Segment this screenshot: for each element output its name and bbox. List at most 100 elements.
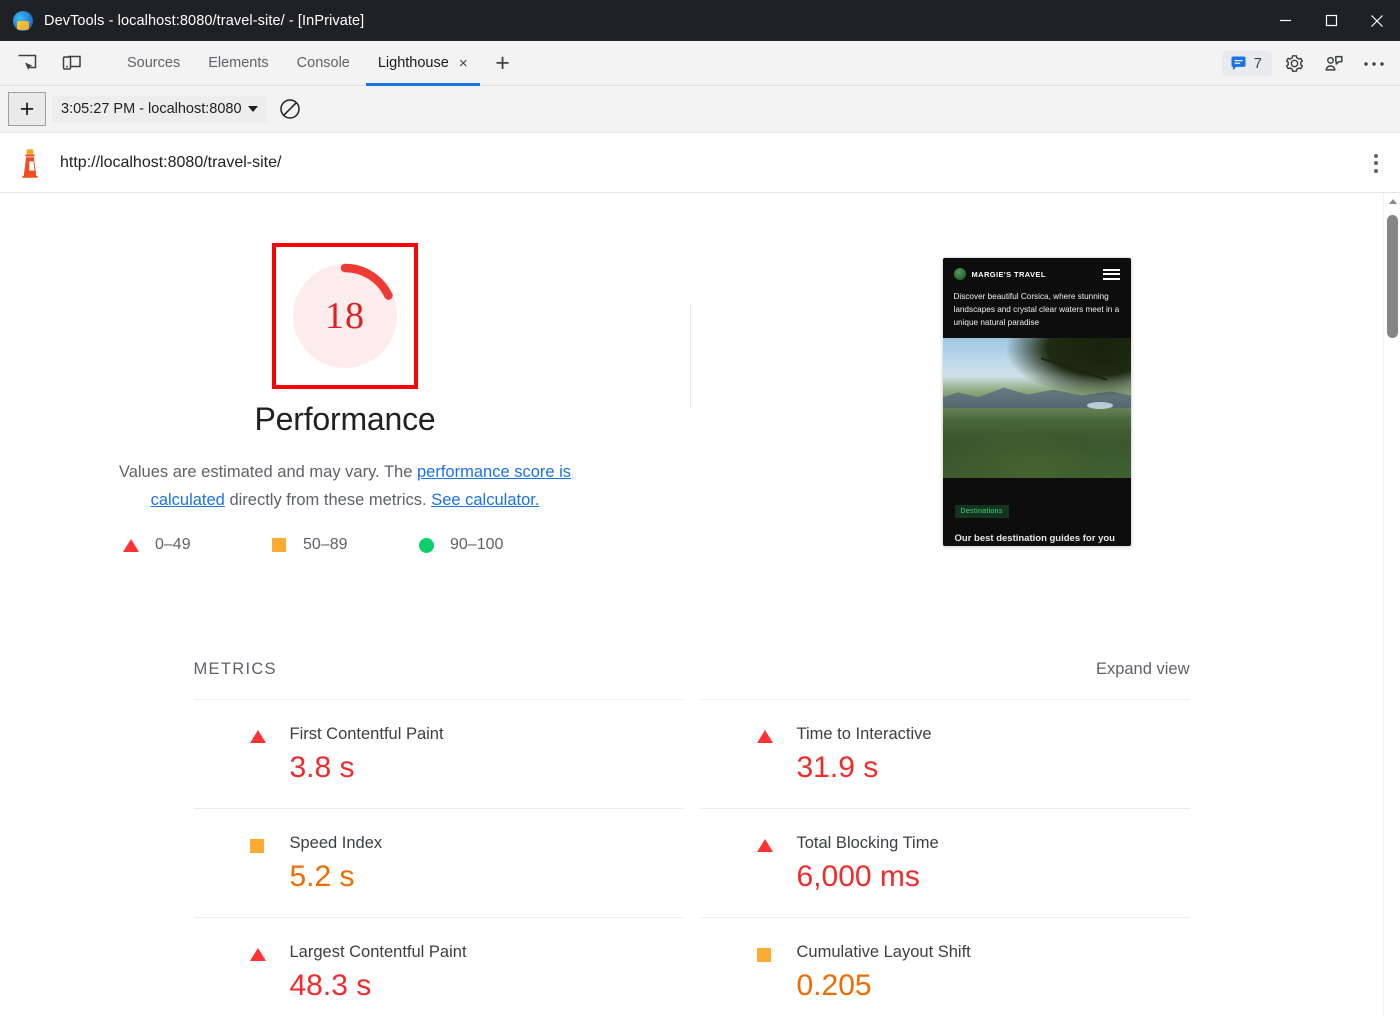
section-divider: [690, 303, 691, 409]
screenshot-site-header: MARGIE'S TRAVEL: [943, 258, 1131, 280]
inspect-element-icon[interactable]: [10, 48, 44, 78]
score-legend: 0–49 50–89 90–100: [123, 536, 567, 554]
scroll-up-arrow-icon[interactable]: [1384, 193, 1400, 210]
metric-value: 31.9 s: [796, 751, 879, 784]
metric-body: Largest Contentful Paint 48.3 s: [250, 942, 683, 1004]
issues-badge[interactable]: 7: [1221, 51, 1272, 76]
report-select-dropdown[interactable]: 3:05:27 PM - localhost:8080: [52, 96, 267, 122]
performance-score-column: 18 Performance Values are estimated and …: [0, 243, 690, 554]
screenshot-column: MARGIE'S TRAVEL Discover beautiful Corsi…: [690, 243, 1383, 554]
square-icon: [249, 839, 264, 853]
minimize-icon[interactable]: [1262, 0, 1308, 41]
triangle-icon: [249, 730, 266, 743]
square-icon: [272, 538, 286, 552]
metric-body: Time to Interactive 31.9 s: [757, 724, 1190, 786]
tab-lighthouse[interactable]: Lighthouse ×: [364, 41, 482, 86]
square-icon: [756, 948, 771, 962]
triangle-icon: [123, 538, 139, 552]
metric-row[interactable]: Total Blocking Time 6,000 ms: [700, 808, 1190, 917]
metric-label: Total Blocking Time: [796, 834, 939, 852]
screenshot-brand: MARGIE'S TRAVEL: [971, 269, 1046, 279]
chevron-down-icon: [247, 106, 258, 112]
window-controls: [1262, 0, 1400, 41]
add-tab-button[interactable]: +: [488, 41, 518, 86]
lighthouse-toolbar: + 3:05:27 PM - localhost:8080: [0, 86, 1400, 133]
metrics-grid: First Contentful Paint 3.8 s Time to Inter…: [193, 699, 1190, 1016]
screenshot-hero-image: [942, 338, 1131, 478]
page-title: Performance: [254, 401, 436, 437]
lighthouse-report: 18 Performance Values are estimated and …: [0, 193, 1383, 1016]
new-report-button[interactable]: +: [8, 92, 46, 126]
report-urlbar: http://localhost:8080/travel-site/: [0, 133, 1400, 193]
performance-score-value: 18: [325, 295, 365, 337]
scrollbar-thumb[interactable]: [1387, 215, 1398, 338]
metric-value: 5.2 s: [289, 860, 355, 893]
performance-gauge[interactable]: 18: [281, 252, 409, 380]
metric-row[interactable]: Time to Interactive 31.9 s: [700, 699, 1190, 808]
triangle-icon: [249, 948, 266, 961]
three-dot-menu-icon[interactable]: [1374, 133, 1378, 193]
report-scroll-area: 18 Performance Values are estimated and …: [0, 193, 1400, 1016]
metric-row[interactable]: First Contentful Paint 3.8 s: [193, 699, 683, 808]
metrics-header: METRICS Expand view: [194, 660, 1190, 699]
hamburger-menu-icon: [1102, 268, 1120, 280]
see-calculator-link[interactable]: See calculator.: [431, 491, 539, 509]
close-icon[interactable]: ×: [459, 56, 468, 71]
screenshot-hero-text: Discover beautiful Corsica, where stunni…: [953, 292, 1120, 327]
circle-icon: [419, 537, 434, 553]
metric-value: 3.8 s: [289, 751, 355, 784]
issues-count: 7: [1253, 55, 1262, 72]
score-section: 18 Performance Values are estimated and …: [0, 193, 1383, 554]
edge-devtools-icon: [13, 10, 33, 31]
triangle-icon: [756, 839, 773, 852]
settings-gear-icon[interactable]: [1276, 48, 1312, 80]
screenshot-category-badge: Destinations: [954, 505, 1009, 518]
tab-label: Lighthouse: [377, 55, 449, 71]
tab-sources[interactable]: Sources: [113, 41, 194, 86]
legend-item-fail: 0–49: [123, 536, 271, 554]
close-icon[interactable]: [1354, 0, 1400, 41]
report-scrollbar[interactable]: [1383, 193, 1400, 1016]
tab-elements[interactable]: Elements: [194, 41, 282, 86]
metric-row[interactable]: Speed Index 5.2 s: [193, 808, 683, 917]
screenshot-footer-text: Our best destination guides for you: [954, 533, 1115, 544]
metric-value: 48.3 s: [289, 969, 372, 1002]
metric-label: First Contentful Paint: [289, 725, 444, 743]
devtools-toolbar-right: 7: [1221, 41, 1392, 86]
metric-body: Speed Index 5.2 s: [250, 833, 683, 895]
feedback-icon[interactable]: [1316, 48, 1352, 80]
metric-label: Speed Index: [289, 834, 383, 852]
lighthouse-icon: [22, 148, 38, 178]
more-options-icon[interactable]: [1356, 48, 1392, 80]
metrics-section: METRICS Expand view First Contentful Pai…: [193, 554, 1190, 1016]
metric-label: Cumulative Layout Shift: [796, 943, 971, 961]
performance-gauge-focus-ring[interactable]: 18: [272, 243, 418, 389]
devtools-tabs: Sources Elements Console Lighthouse × +: [113, 41, 518, 86]
clear-icon[interactable]: [273, 92, 307, 126]
metric-label: Largest Contentful Paint: [289, 943, 467, 961]
tab-console[interactable]: Console: [283, 41, 364, 86]
expand-view-button[interactable]: Expand view: [1096, 660, 1190, 679]
legend-label: 90–100: [450, 536, 504, 553]
metric-label: Time to Interactive: [796, 725, 932, 743]
metric-body: Cumulative Layout Shift 0.205: [757, 942, 1190, 1004]
devtools-tabstrip: Sources Elements Console Lighthouse × + …: [0, 41, 1400, 86]
metric-row[interactable]: Cumulative Layout Shift 0.205: [700, 917, 1190, 1016]
metric-body: Total Blocking Time 6,000 ms: [757, 833, 1190, 895]
issues-icon: [1231, 56, 1246, 71]
metric-row[interactable]: Largest Contentful Paint 48.3 s: [193, 917, 683, 1016]
tab-label: Console: [296, 55, 350, 71]
page-screenshot-thumbnail[interactable]: MARGIE'S TRAVEL Discover beautiful Corsi…: [941, 257, 1132, 547]
maximize-icon[interactable]: [1308, 0, 1354, 41]
triangle-icon: [756, 730, 773, 743]
legend-item-average: 50–89: [271, 536, 419, 554]
desc-part1: Values are estimated and may vary. The: [118, 463, 417, 481]
score-description: Values are estimated and may vary. The p…: [115, 458, 575, 514]
globe-icon: [953, 268, 966, 280]
device-toolbar-icon[interactable]: [55, 48, 89, 78]
metrics-title: METRICS: [193, 660, 277, 678]
devtools-tool-icons: [10, 48, 89, 78]
legend-label: 50–89: [303, 536, 348, 553]
legend-item-pass: 90–100: [419, 536, 567, 554]
metric-value: 6,000 ms: [796, 860, 920, 893]
